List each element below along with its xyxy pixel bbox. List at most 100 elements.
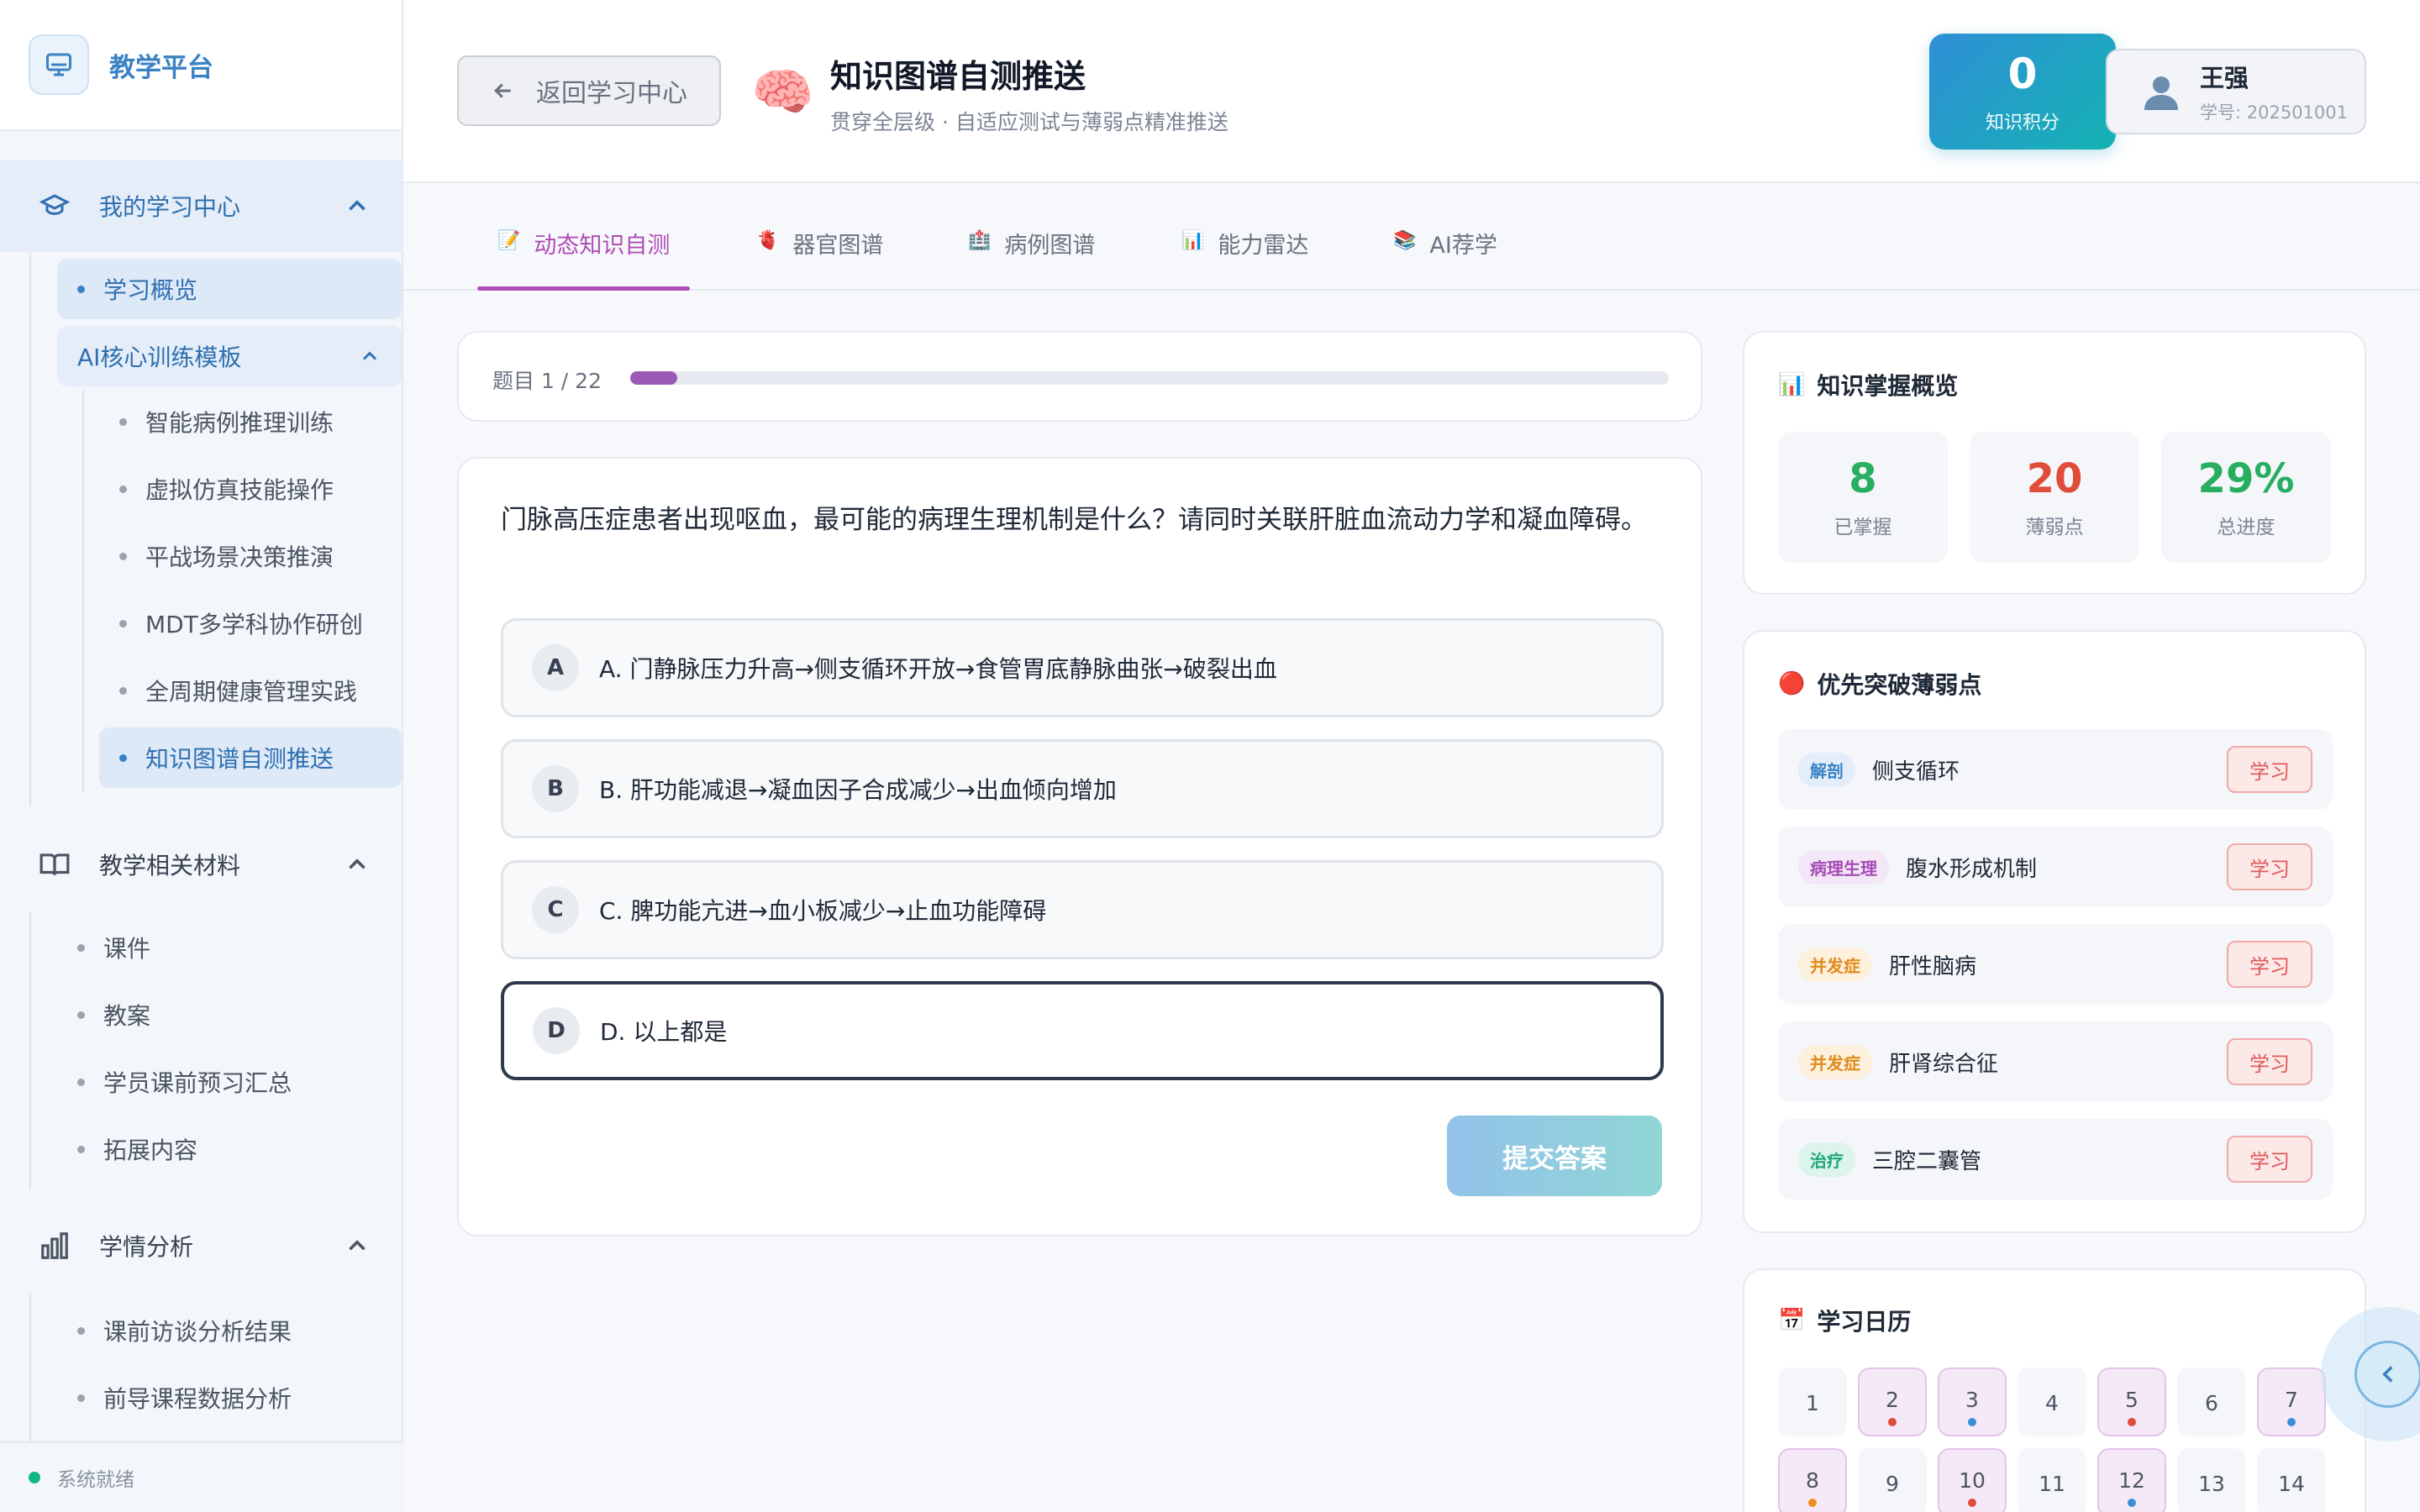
tab-knowledge-test[interactable]: 📝 动态知识自测 xyxy=(476,227,691,291)
calendar-day[interactable]: 12 xyxy=(2097,1448,2166,1512)
sidebar-item-courseware[interactable]: 课件 xyxy=(57,917,402,978)
option-text: B. 肝功能减退→凝血因子合成减少→出血倾向增加 xyxy=(599,776,1117,804)
tab-ability-radar[interactable]: 📊 能力雷达 xyxy=(1181,227,1308,289)
sidebar-item-scenario-decision[interactable]: 平战场景决策推演 xyxy=(99,526,402,586)
calendar-activity-dot xyxy=(1968,1499,1976,1507)
calendar-day[interactable]: 5 xyxy=(2097,1368,2166,1436)
sidebar: 教学平台 我的学习中心 学习概览 AI核心训练模板 智能病例推理训练 虚拟仿真技… xyxy=(0,0,403,1512)
weak-item: 治疗 三腔二囊管 学习 xyxy=(1778,1119,2333,1200)
stat-weak: 20 薄弱点 xyxy=(1970,432,2139,563)
calendar-day-number: 8 xyxy=(1806,1468,1819,1493)
calendar-day[interactable]: 6 xyxy=(2177,1368,2246,1436)
calendar-day[interactable]: 7 xyxy=(2257,1368,2326,1436)
calendar-day[interactable]: 3 xyxy=(1938,1368,2007,1436)
calendar-day[interactable]: 2 xyxy=(1858,1368,1927,1436)
weak-points-card: 🔴 优先突破薄弱点 解剖 侧支循环 学习 病理生理 腹水形成机制 学习 并发症 … xyxy=(1743,630,2366,1233)
learn-button[interactable]: 学习 xyxy=(2227,1136,2312,1183)
chevron-up-icon[interactable] xyxy=(343,850,371,879)
sidebar-group-analysis[interactable]: 学情分析 xyxy=(0,1200,403,1292)
learn-button[interactable]: 学习 xyxy=(2227,941,2312,988)
calendar-activity-dot xyxy=(1968,1418,1976,1426)
calendar-day-number: 9 xyxy=(1886,1472,1899,1496)
option-c[interactable]: C C. 脾功能亢进→血小板减少→止血功能障碍 xyxy=(501,860,1664,959)
status-dot xyxy=(29,1472,40,1483)
submit-answer-button[interactable]: 提交答案 xyxy=(1447,1116,1662,1196)
weak-item: 并发症 肝肾综合征 学习 xyxy=(1778,1021,2333,1102)
calendar-title: 📅 学习日历 xyxy=(1778,1308,1912,1336)
option-a[interactable]: A A. 门静脉压力升高→侧支循环开放→食管胃底静脉曲张→破裂出血 xyxy=(501,618,1664,717)
option-text: D. 以上都是 xyxy=(600,1018,728,1046)
sidebar-group-materials[interactable]: 教学相关材料 xyxy=(0,818,403,911)
books-icon: 📚 xyxy=(1393,230,1417,251)
calendar-day-number: 4 xyxy=(2045,1391,2059,1415)
option-letter: B xyxy=(532,765,579,812)
calendar-day[interactable]: 1 xyxy=(1778,1368,1847,1436)
sidebar-item-ai-template[interactable]: AI核心训练模板 xyxy=(57,326,402,386)
calendar-day-number: 5 xyxy=(2125,1388,2139,1412)
calendar-icon: 📅 xyxy=(1778,1308,1806,1333)
user-id: 学号: 202501001 xyxy=(2200,102,2348,123)
chevron-up-icon[interactable] xyxy=(343,1231,371,1260)
points-card: 0 知识积分 xyxy=(1929,34,2116,150)
book-icon xyxy=(35,845,74,884)
collapse-button[interactable] xyxy=(2354,1341,2420,1408)
calendar-day[interactable]: 4 xyxy=(2018,1368,2086,1436)
sidebar-item-case-reasoning[interactable]: 智能病例推理训练 xyxy=(99,391,402,452)
brand: 教学平台 xyxy=(0,0,402,131)
sidebar-group-learning-center[interactable]: 我的学习中心 xyxy=(0,160,403,252)
sidebar-item-virtual-sim[interactable]: 虚拟仿真技能操作 xyxy=(99,459,402,519)
page-subtitle: 贯穿全层级 · 自适应测试与薄弱点精准推送 xyxy=(830,110,1228,134)
calendar-day[interactable]: 11 xyxy=(2018,1448,2086,1512)
graduation-cap-icon xyxy=(35,186,74,225)
bar-chart-icon: 📊 xyxy=(1181,230,1205,251)
sidebar-item-course-data[interactable]: 前导课程数据分析 xyxy=(57,1368,402,1428)
progress-track xyxy=(630,371,1669,385)
sidebar-item-overview[interactable]: 学习概览 xyxy=(57,259,402,319)
user-card[interactable]: 王强 学号: 202501001 xyxy=(2106,49,2366,134)
sidebar-item-preview-summary[interactable]: 学员课前预习汇总 xyxy=(57,1052,402,1112)
learn-button[interactable]: 学习 xyxy=(2227,746,2312,793)
calendar-activity-dot xyxy=(1888,1418,1897,1426)
sidebar-item-health-management[interactable]: 全周期健康管理实践 xyxy=(99,660,402,721)
points-value: 0 xyxy=(2007,50,2038,98)
calendar-day-number: 14 xyxy=(2278,1472,2305,1496)
user-name: 王强 xyxy=(2200,64,2249,92)
calendar-activity-dot xyxy=(2128,1499,2136,1507)
chevron-up-icon[interactable] xyxy=(358,344,381,368)
sidebar-item-mdt[interactable]: MDT多学科协作研创 xyxy=(99,593,402,654)
chevron-up-icon[interactable] xyxy=(343,192,371,220)
tab-case-graph[interactable]: 🏥 病例图谱 xyxy=(968,227,1095,289)
back-button[interactable]: 返回学习中心 xyxy=(457,55,721,126)
category-tag: 并发症 xyxy=(1798,1044,1872,1079)
learn-button[interactable]: 学习 xyxy=(2227,843,2312,890)
calendar-day[interactable]: 10 xyxy=(1938,1448,2007,1512)
sidebar-item-extended[interactable]: 拓展内容 xyxy=(57,1119,402,1179)
option-d[interactable]: D D. 以上都是 xyxy=(501,981,1664,1080)
sidebar-item-interview-analysis[interactable]: 课前访谈分析结果 xyxy=(57,1300,402,1361)
calendar-day[interactable]: 9 xyxy=(1858,1448,1927,1512)
weak-item: 病理生理 腹水形成机制 学习 xyxy=(1778,827,2333,907)
weak-points-title: 🔴 优先突破薄弱点 xyxy=(1778,671,1982,699)
learn-button[interactable]: 学习 xyxy=(2227,1038,2312,1085)
calendar-day-number: 13 xyxy=(2198,1472,2225,1496)
option-letter: C xyxy=(532,886,579,933)
calendar-day-number: 2 xyxy=(1886,1388,1899,1412)
bar-chart-icon: 📊 xyxy=(1778,372,1806,397)
overview-title: 📊 知识掌握概览 xyxy=(1778,372,1959,400)
option-b[interactable]: B B. 肝功能减退→凝血因子合成减少→出血倾向增加 xyxy=(501,739,1664,838)
tab-bar: 📝 动态知识自测 🫀 器官图谱 🏥 病例图谱 📊 能力雷达 📚 AI荐学 xyxy=(403,183,2420,291)
calendar-day-number: 1 xyxy=(1806,1391,1819,1415)
sidebar-item-knowledge-graph[interactable]: 知识图谱自测推送 xyxy=(99,727,402,788)
sidebar-item-lesson-plan[interactable]: 教案 xyxy=(57,984,402,1045)
tab-ai-recommend[interactable]: 📚 AI荐学 xyxy=(1393,227,1497,289)
calendar-day[interactable]: 8 xyxy=(1778,1448,1847,1512)
progress-label: 题目 1 / 22 xyxy=(492,369,602,393)
user-avatar-icon xyxy=(2144,76,2178,110)
monitor-icon xyxy=(29,34,89,95)
tab-organ-graph[interactable]: 🫀 器官图谱 xyxy=(756,227,883,289)
calendar-day[interactable]: 14 xyxy=(2257,1448,2326,1512)
sidebar-group-label: 我的学习中心 xyxy=(99,193,241,221)
brand-name: 教学平台 xyxy=(109,52,213,83)
progress-card: 题目 1 / 22 xyxy=(457,331,1702,422)
calendar-day[interactable]: 13 xyxy=(2177,1448,2246,1512)
